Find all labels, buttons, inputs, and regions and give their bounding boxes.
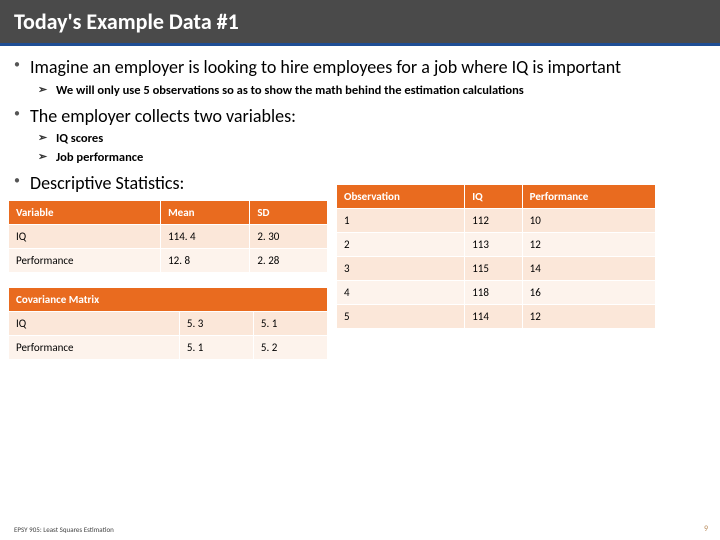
cell: IQ: [9, 225, 161, 249]
table-row: Performance 12. 8 2. 28: [9, 249, 328, 273]
cell: Performance: [9, 336, 180, 360]
cell: IQ: [9, 312, 180, 336]
cell: 3: [337, 256, 465, 280]
cell: Performance: [9, 249, 161, 273]
bullet-2-sub-2: Job performance: [30, 150, 712, 166]
cell: 5. 3: [179, 312, 253, 336]
bullet-2-sub-1: IQ scores: [30, 131, 712, 147]
table-row: 2 113 12: [337, 232, 656, 256]
cell: 5. 1: [179, 336, 253, 360]
table-row: IQ 5. 3 5. 1: [9, 312, 328, 336]
cell: 5. 1: [253, 312, 327, 336]
cell: 14: [522, 256, 655, 280]
cell: 1: [337, 208, 465, 232]
cell: 114: [465, 304, 522, 328]
desc-th-variable: Variable: [9, 201, 161, 225]
cell: 114. 4: [161, 225, 250, 249]
cell: 112: [465, 208, 522, 232]
cell: 115: [465, 256, 522, 280]
obs-th-iq: IQ: [465, 184, 522, 208]
cell: 16: [522, 280, 655, 304]
cell: 12: [522, 232, 655, 256]
cell: 118: [465, 280, 522, 304]
observations-table: Observation IQ Performance 1 112 10 2 11…: [336, 184, 656, 329]
cell: 12. 8: [161, 249, 250, 273]
bullet-1: Imagine an employer is looking to hire e…: [8, 56, 712, 99]
descriptive-stats-table: Variable Mean SD IQ 114. 4 2. 30 Perform…: [8, 200, 328, 273]
cell: 12: [522, 304, 655, 328]
cell: 5. 2: [253, 336, 327, 360]
bullet-3: Descriptive Statistics:: [8, 172, 328, 195]
cell: 2: [337, 232, 465, 256]
bullet-1-text: Imagine an employer is looking to hire e…: [30, 56, 712, 79]
cell: 4: [337, 280, 465, 304]
cell: 2. 28: [250, 249, 328, 273]
slide-body: Imagine an employer is looking to hire e…: [0, 46, 720, 360]
table-row: IQ 114. 4 2. 30: [9, 225, 328, 249]
obs-th-performance: Performance: [522, 184, 655, 208]
footer-course: EPSY 905: Least Squares Estimation: [14, 525, 114, 534]
left-column: Descriptive Statistics: Variable Mean SD…: [8, 172, 328, 361]
cell: 10: [522, 208, 655, 232]
bullet-2: The employer collects two variables: IQ …: [8, 105, 712, 166]
table-row: 5 114 12: [337, 304, 656, 328]
desc-th-mean: Mean: [161, 201, 250, 225]
desc-th-sd: SD: [250, 201, 328, 225]
slide-title: Today's Example Data #1: [0, 0, 720, 46]
table-row: 1 112 10: [337, 208, 656, 232]
bullet-3-text: Descriptive Statistics:: [30, 172, 328, 195]
slide-number: 9: [704, 524, 708, 534]
table-row: 3 115 14: [337, 256, 656, 280]
table-row: 4 118 16: [337, 280, 656, 304]
bullet-1-sub-1: We will only use 5 observations so as to…: [30, 83, 712, 99]
cell: 5: [337, 304, 465, 328]
cell: 2. 30: [250, 225, 328, 249]
covariance-matrix-table: Covariance Matrix IQ 5. 3 5. 1 Performan…: [8, 287, 328, 360]
right-column: Observation IQ Performance 1 112 10 2 11…: [336, 172, 656, 361]
table-row: Performance 5. 1 5. 2: [9, 336, 328, 360]
bullet-2-text: The employer collects two variables:: [30, 105, 712, 128]
cov-title: Covariance Matrix: [9, 288, 328, 312]
obs-th-observation: Observation: [337, 184, 465, 208]
cell: 113: [465, 232, 522, 256]
